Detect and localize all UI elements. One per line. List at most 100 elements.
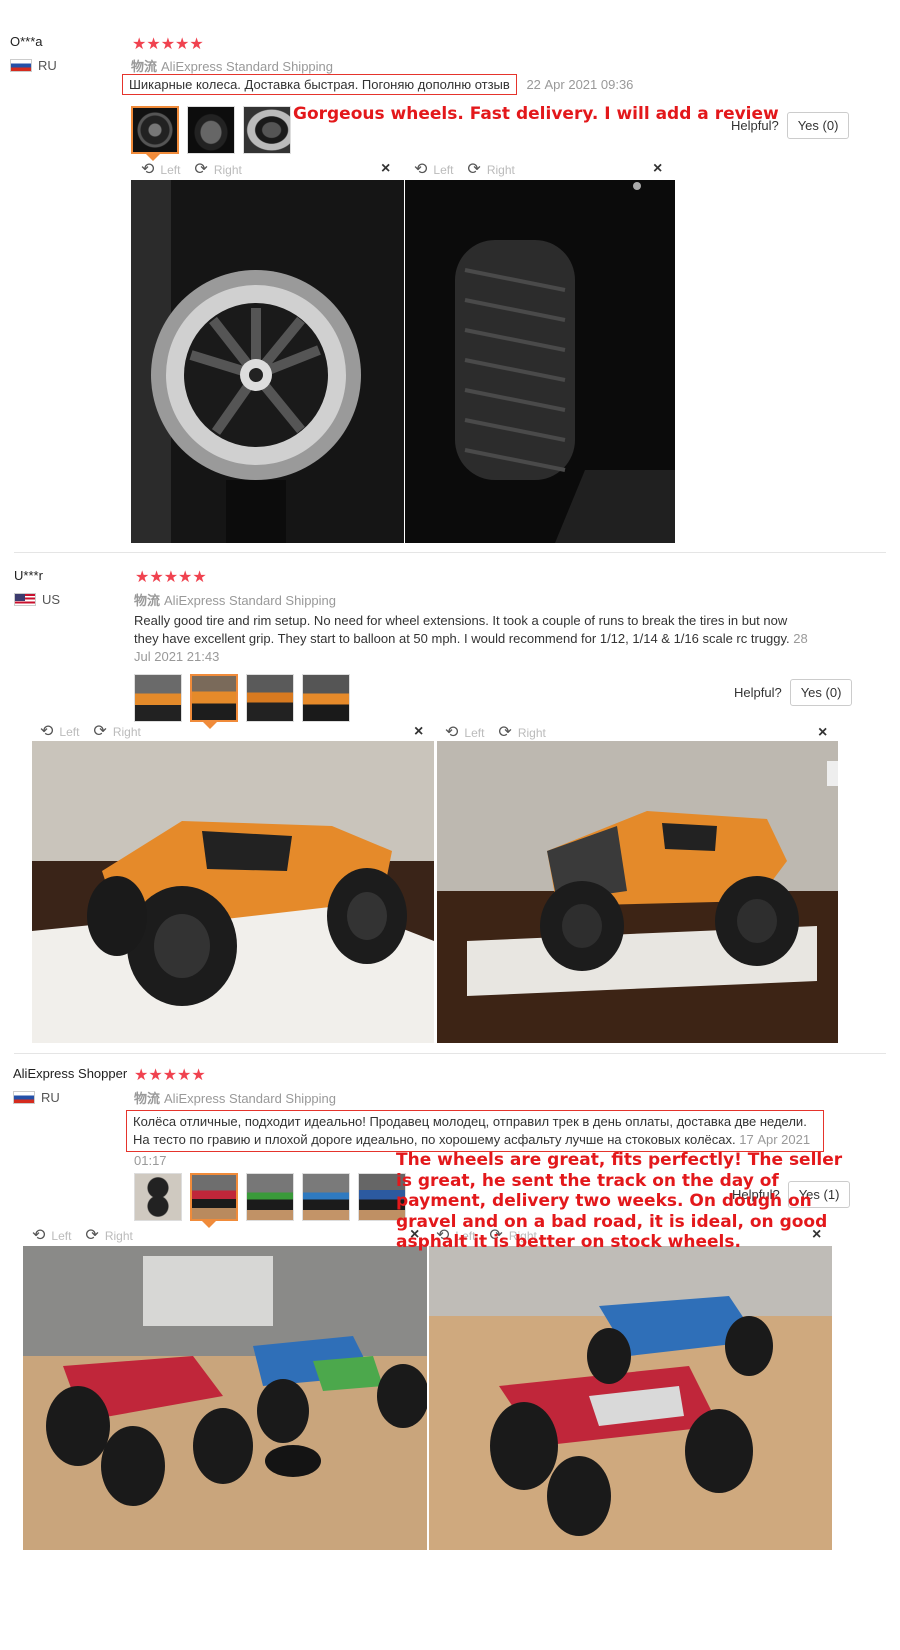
rotate-left-label[interactable]: Left [59, 725, 79, 739]
review-date: 17 Apr 2021 [739, 1132, 811, 1147]
shipping-label: AliExpress Standard Shipping [164, 593, 337, 608]
translation-annotation: Gorgeous wheels. Fast delivery. I will a… [293, 104, 779, 124]
review-photo-truck-front [32, 741, 434, 1043]
photo-thumbnail[interactable] [131, 106, 179, 154]
star-rating: ★★★★★ [135, 569, 207, 586]
photo-thumbnails [131, 106, 291, 154]
rotate-left-icon[interactable]: ⟲ [32, 1228, 45, 1244]
close-viewer-button[interactable]: × [414, 723, 423, 741]
logistics-logo-icon: 物流 [134, 1091, 161, 1106]
rotate-right-icon[interactable]: ⟳ [194, 162, 207, 178]
photo-viewer-toolbar: ⟲ Left ⟳ Right [40, 722, 141, 742]
rotate-left-label[interactable]: Left [160, 163, 180, 177]
active-thumbnail-caret [203, 722, 217, 729]
star-rating: ★★★★★ [134, 1067, 206, 1084]
photo-thumbnails [134, 674, 350, 722]
close-viewer-button[interactable]: × [653, 160, 662, 178]
buggy-illustration [23, 1246, 427, 1550]
russia-flag-icon [13, 1091, 35, 1104]
logistics-logo-icon: 物流 [131, 59, 158, 74]
helpful-label: Helpful? [731, 118, 779, 133]
reviewer-name: AliExpress Shopper [13, 1066, 128, 1081]
tread-illustration [405, 180, 675, 543]
wheel-illustration [131, 180, 404, 543]
russia-flag-icon [10, 59, 32, 72]
photo-thumbnail[interactable] [134, 1173, 182, 1221]
review-date-cont: Jul 2021 21:43 [134, 649, 220, 664]
review-date: 22 Apr 2021 09:36 [526, 77, 634, 92]
photo-thumbnail[interactable] [246, 1173, 294, 1221]
shipping-label: AliExpress Standard Shipping [164, 1091, 337, 1106]
rotate-left-icon[interactable]: ⟲ [40, 724, 53, 740]
review-1: O***a RU ★★★★★ 物流 AliExpress Standard Shi… [0, 0, 900, 560]
rotate-right-icon[interactable]: ⟳ [467, 162, 480, 178]
review-photo-truck-side [437, 741, 838, 1043]
helpful-vote: Helpful? Yes (0) [731, 112, 850, 139]
truck-illustration [32, 741, 434, 1043]
review-text-line: Колёса отличные, подходит идеально! Прод… [133, 1114, 807, 1129]
rotate-right-label[interactable]: Right [518, 726, 546, 740]
logistics-logo-icon: 物流 [134, 593, 161, 608]
review-2: U***r US ★★★★★ 物流 AliExpress Standard Shi… [0, 560, 900, 1050]
rotate-left-label[interactable]: Left [464, 726, 484, 740]
helpful-vote: Helpful? Yes (0) [734, 679, 853, 706]
photo-viewer-toolbar: ⟲ Left ⟳ Right [32, 1226, 133, 1246]
photo-thumbnail[interactable] [302, 1173, 350, 1221]
country-code: RU [38, 58, 57, 73]
shipping-method: 物流 AliExpress Standard Shipping [134, 1088, 336, 1107]
review-divider [14, 552, 886, 553]
photo-thumbnail[interactable] [246, 674, 294, 722]
star-rating: ★★★★★ [132, 36, 204, 53]
reviewer-name: O***a [10, 34, 43, 49]
photo-thumbnail[interactable] [243, 106, 291, 154]
helpful-yes-button[interactable]: Yes (0) [786, 112, 850, 139]
rotate-right-icon[interactable]: ⟳ [498, 725, 511, 741]
translation-annotation: The wheels are great, fits perfectly! Th… [396, 1150, 843, 1252]
close-viewer-button[interactable]: × [818, 724, 827, 742]
photo-viewer-toolbar: ⟲ Left ⟳ Right [414, 160, 515, 180]
photo-thumbnails [134, 1173, 406, 1221]
review-text: Шикарные колеса. Доставка быстрая. Погон… [122, 74, 517, 95]
review-text: Really good tire and rim setup. No need … [134, 612, 854, 666]
rotate-right-label[interactable]: Right [105, 1229, 133, 1243]
rotate-left-icon[interactable]: ⟲ [141, 162, 154, 178]
review-photo-wheel-tread [405, 180, 675, 543]
review-photo-buggies-1 [23, 1246, 427, 1550]
rotate-right-label[interactable]: Right [487, 163, 515, 177]
shipping-method: 物流 AliExpress Standard Shipping [134, 590, 336, 609]
rotate-left-icon[interactable]: ⟲ [445, 725, 458, 741]
photo-thumbnail[interactable] [134, 674, 182, 722]
helpful-yes-button[interactable]: Yes (0) [789, 679, 853, 706]
review-photo-wheel-side [131, 180, 404, 543]
review-text-line: they have excellent grip. They start to … [134, 631, 808, 646]
truck-illustration [437, 741, 838, 1043]
review-date: 28 [793, 631, 808, 646]
reviewer-country: US [14, 592, 60, 607]
country-code: US [42, 592, 61, 607]
review-text-line: Really good tire and rim setup. No need … [134, 613, 788, 628]
shipping-method: 物流 AliExpress Standard Shipping [131, 56, 333, 75]
reviewer-name: U***r [14, 568, 43, 583]
close-viewer-button[interactable]: × [381, 160, 390, 178]
rotate-right-label[interactable]: Right [113, 725, 141, 739]
rotate-left-label[interactable]: Left [51, 1229, 71, 1243]
photo-thumbnail[interactable] [302, 674, 350, 722]
rotate-right-icon[interactable]: ⟳ [85, 1228, 98, 1244]
review-text-box: Колёса отличные, подходит идеально! Прод… [126, 1110, 824, 1152]
photo-thumbnail[interactable] [190, 1173, 238, 1221]
photo-viewer-toolbar: ⟲ Left ⟳ Right [445, 723, 546, 743]
review-text-line: На тесто по гравию и плохой дороге идеал… [133, 1132, 811, 1147]
rotate-right-label[interactable]: Right [214, 163, 242, 177]
rotate-left-icon[interactable]: ⟲ [414, 162, 427, 178]
country-code: RU [41, 1090, 60, 1105]
review-text-row: Шикарные колеса. Доставка быстрая. Погон… [122, 74, 634, 95]
reviewer-country: RU [10, 58, 57, 73]
rotate-right-icon[interactable]: ⟳ [93, 724, 106, 740]
photo-thumbnail[interactable] [190, 674, 238, 722]
buggy-illustration [429, 1246, 832, 1550]
rotate-left-label[interactable]: Left [433, 163, 453, 177]
photo-thumbnail[interactable] [187, 106, 235, 154]
review-3: AliExpress Shopper RU ★★★★★ 物流 AliExpress… [0, 1058, 900, 1650]
photo-viewer-toolbar: ⟲ Left ⟳ Right [141, 160, 242, 180]
review-divider [14, 1053, 886, 1054]
